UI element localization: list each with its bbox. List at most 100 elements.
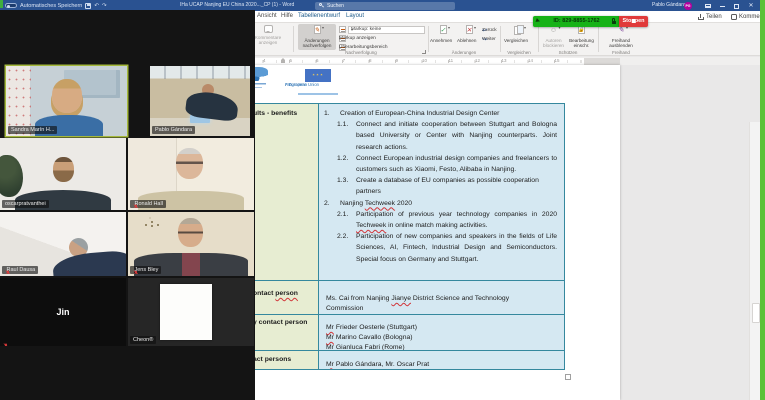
show-markup-button[interactable]: Markup anzeigen ▾ [339, 34, 425, 43]
dialog-launcher-icon[interactable] [422, 50, 426, 54]
restrict-editing-button[interactable]: 🔒 Bearbeitung einschr. [568, 24, 595, 50]
meeting-id-banner[interactable]: ID: 829-8855-1762 [533, 15, 619, 27]
comment-bubble-icon [731, 14, 737, 20]
participant-nametag: Pablo Gándara [152, 126, 195, 134]
participant-nametag: Cheon® [130, 336, 157, 344]
row-label-cell[interactable]: act persons [247, 351, 319, 369]
participant-tile[interactable]: oscarpratvanthei [0, 138, 126, 210]
group-protect: ☺ Autoren blockieren ▾ 🔒 Bearbeitung eins… [540, 23, 596, 56]
participant-nametag: Jens Bley [130, 266, 162, 274]
comment-icon [263, 25, 273, 33]
avatar[interactable]: PG [684, 1, 692, 10]
ruler-number: 4 [263, 58, 266, 63]
ruler-number: 14 [528, 58, 534, 63]
row-value-cell[interactable]: Mr Pablo Gándara, Mr. Oscar Prat [319, 351, 564, 369]
text-line: Mr Pablo Gándara, Mr. Oscar Prat [326, 360, 557, 370]
text-run: Create a database of EU companies as pos… [356, 177, 539, 196]
document-page[interactable]: ✶✶✶ A European Union Programme ults - be… [238, 65, 620, 400]
text-run: Participation of new companies and speak… [356, 233, 557, 263]
autosave-label: Automatisches Speichern [20, 2, 83, 9]
account-name[interactable]: Pablo Gándara [652, 2, 686, 8]
accept-icon: ✓ [439, 25, 447, 34]
markup-select[interactable]: Markup: keine ▾ [339, 25, 425, 34]
group-label-compare: Vergleichen [507, 50, 531, 55]
text-line: Mr Marino Cavallo (Bologna) [326, 333, 557, 343]
document-table[interactable]: ults - benefits 1. Creation of European-Ch… [246, 103, 565, 370]
minimize-icon[interactable] [718, 3, 728, 9]
list-item: 2.1. Participation of previous year techn… [324, 209, 557, 231]
spellcheck-flagged-word: person [275, 290, 298, 297]
participant-video-art [178, 218, 204, 248]
text-run: Creation of European-China Industrial De… [340, 110, 500, 117]
text-line: Mr Gianluca Fabri (Rome) [326, 343, 557, 350]
participant-video-art [150, 220, 153, 223]
hide-ink-button[interactable]: ✎ Freihand ausblenden ▾ [604, 24, 638, 50]
row-value-cell[interactable]: Mr Frieder Oesterle (Stuttgart) Mr Marino… [319, 315, 564, 350]
participant-tile[interactable]: Sandra Marín H... [6, 66, 127, 136]
participant-video-art [52, 156, 74, 182]
tab-ansicht[interactable]: Ansicht [257, 13, 277, 19]
save-icon[interactable] [85, 2, 92, 9]
undo-icon[interactable]: ↶ [94, 3, 99, 9]
hide-ink-icon: ✎ [618, 27, 624, 34]
row-label-cell[interactable]: ults - benefits [247, 104, 319, 280]
tab-tabellenentwurf[interactable]: Tabellenentwurf [298, 13, 340, 19]
list-item: 2. Nanjing Techweek 2020 [324, 198, 557, 209]
share-button[interactable]: Teilen [698, 13, 722, 22]
text-run: in online match making activities. [386, 222, 488, 230]
spellcheck-flagged-word: Mr [326, 360, 334, 368]
text-run: Commission [326, 305, 364, 312]
compare-button[interactable]: Vergleichen ▾ [504, 24, 534, 50]
table-row: ontact person Ms. Cai from Nanjing Jianye… [247, 280, 564, 314]
participant-nametag: Sandra Marín H... [8, 126, 58, 134]
participant-video-art [150, 66, 250, 79]
stop-share-button[interactable]: Stoppen [619, 15, 648, 27]
participant-name: Pablo Gándara [155, 127, 192, 133]
list-item: 1.2. Connect European industrial design c… [324, 153, 557, 175]
participant-tile[interactable]: Pablo Gándara [150, 66, 250, 136]
participant-video-art [51, 78, 82, 113]
ruler-number: 15 [554, 58, 560, 63]
participant-tile[interactable]: Raul Dausa [0, 212, 126, 276]
table-row: y contact person Mr Frieder Oesterle (Stu… [247, 314, 564, 350]
participant-tile[interactable]: Jens Bley [128, 212, 254, 276]
row-label-cell[interactable]: ontact person [247, 281, 319, 314]
list-number: 2.2. [337, 233, 349, 241]
participant-name: Jin [56, 307, 70, 317]
row-value-cell[interactable]: 1. Creation of European-China Industrial … [319, 104, 564, 280]
participant-tile[interactable]: Jin [0, 278, 126, 346]
list-text: Connect European industrial design compa… [356, 153, 557, 175]
list-item: 1.3. Create a database of EU companies as… [324, 175, 557, 197]
table-resize-handle[interactable] [565, 374, 571, 380]
ruler-number: 9 [395, 58, 399, 63]
row-value-cell[interactable]: Ms. Cai from Nanjing Jianye District Sci… [319, 281, 564, 314]
participant-tile[interactable]: Ronald Hall [128, 138, 254, 210]
ribbon-options-icon[interactable] [703, 3, 713, 9]
block-authors-button[interactable]: ☺ Autoren blockieren ▾ [540, 24, 567, 50]
restore-icon[interactable] [732, 3, 742, 9]
cell-lines: Mr Frieder Oesterle (Stuttgart) Mr Marino… [319, 319, 564, 350]
accept-button[interactable]: ✓ Annehmen ▾ [430, 24, 456, 50]
participant-name: Sandra Marín H... [11, 127, 55, 133]
search-input[interactable]: Suchen [315, 1, 455, 10]
close-icon[interactable]: ✕ [746, 3, 756, 9]
search-placeholder: Suchen [327, 2, 344, 9]
reject-button[interactable]: ✕ Ablehnen ▾ [457, 24, 481, 50]
tab-layout[interactable]: Layout [346, 13, 364, 19]
track-changes-button[interactable]: ✎ Änderungen nachverfolgen ▾ [298, 24, 336, 50]
scrollbar-thumb[interactable] [751, 303, 760, 323]
participant-name: Raul Dausa [6, 267, 36, 273]
spellcheck-flagged-word: Mr [326, 324, 334, 331]
autosave-toggle[interactable] [5, 3, 17, 8]
tab-hilfe[interactable]: Hilfe [281, 13, 293, 19]
participant-tile[interactable]: Cheon® [128, 278, 254, 346]
spellcheck-flagged-word: Jianye [391, 295, 411, 302]
meeting-id: ID: 829-8855-1762 [553, 18, 600, 24]
cell-lines: Mr Pablo Gándara, Mr. Oscar Prat [319, 356, 564, 370]
search-icon [319, 3, 324, 8]
text-run: Nanjing [340, 199, 365, 207]
screenshare-corner [0, 0, 3, 8]
redo-icon[interactable]: ↷ [102, 3, 107, 9]
row-label-cell[interactable]: y contact person [247, 315, 319, 350]
reject-icon: ✕ [465, 25, 473, 34]
